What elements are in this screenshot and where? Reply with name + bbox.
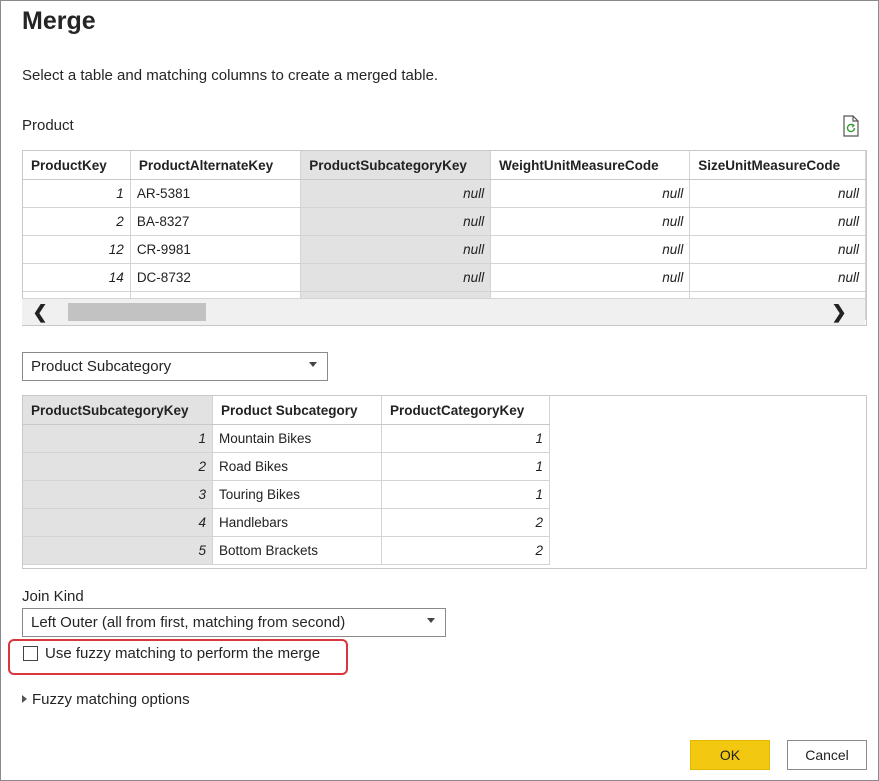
cell-productsubcategorykey: null [300,263,492,292]
table-row: 2 Road Bikes 1 [23,452,550,481]
cell-productsubcategorykey: null [300,179,492,208]
column-header-productsubcategorykey[interactable]: ProductSubcategoryKey [300,151,492,180]
table-row: 14 DC-8732 null null null [23,263,866,292]
table-row: 5 Bottom Brackets 2 [23,536,550,565]
chevron-down-icon [309,362,317,367]
cell-sizeunitmeasurecode: null [689,207,866,236]
column-header-productkey[interactable]: ProductKey [23,151,131,180]
cancel-button[interactable]: Cancel [787,740,867,770]
cell-sizeunitmeasurecode: null [689,235,866,264]
cell-weightunitmeasurecode: null [490,207,691,236]
cell-weightunitmeasurecode: null [490,235,691,264]
cell-productsubcategorykey: 4 [23,508,213,537]
cell-productalternatekey: DC-8732 [130,263,302,292]
table-row: 1 Mountain Bikes 1 [23,424,550,453]
dialog-title: Merge [22,7,96,35]
cell-sizeunitmeasurecode: null [689,179,866,208]
cell-productcategorykey: 2 [381,536,550,565]
cell-productkey: 14 [23,263,131,292]
column-header-productalternatekey[interactable]: ProductAlternateKey [130,151,302,180]
cell-productsubcategorykey: 1 [23,424,213,453]
chevron-down-icon [427,618,435,623]
ok-button[interactable]: OK [690,740,770,770]
cell-productcategorykey: 1 [381,452,550,481]
cell-productsubcategorykey: null [300,207,492,236]
second-table-grid: ProductSubcategoryKey Product Subcategor… [22,395,867,569]
cell-product-subcategory: Bottom Brackets [212,536,382,565]
cell-productsubcategorykey: 5 [23,536,213,565]
cell-productalternatekey: CR-9981 [130,235,302,264]
table-row: 4 Handlebars 2 [23,508,550,537]
cell-productcategorykey: 1 [381,424,550,453]
second-table: ProductSubcategoryKey Product Subcategor… [23,396,550,565]
column-header-product-subcategory[interactable]: Product Subcategory [212,396,382,425]
column-header-productsubcategorykey[interactable]: ProductSubcategoryKey [23,396,213,425]
fuzzy-matching-options-expander[interactable]: Fuzzy matching options [22,691,190,708]
fuzzy-matching-options-label: Fuzzy matching options [32,691,190,708]
cell-productalternatekey: BA-8327 [130,207,302,236]
cell-productcategorykey: 1 [381,480,550,509]
cell-productkey: 12 [23,235,131,264]
cell-productkey: 1 [23,179,131,208]
scrollbar-thumb[interactable] [68,303,206,321]
cell-productsubcategorykey: 3 [23,480,213,509]
cell-weightunitmeasurecode: null [490,179,691,208]
table-row: 3 Touring Bikes 1 [23,480,550,509]
cell-product-subcategory: Touring Bikes [212,480,382,509]
cell-sizeunitmeasurecode: null [689,263,866,292]
dialog-subtitle: Select a table and matching columns to c… [22,67,439,84]
cell-productalternatekey: AR-5381 [130,179,302,208]
refresh-preview-icon[interactable] [841,115,861,137]
cell-productsubcategorykey: null [300,235,492,264]
cell-productcategorykey: 2 [381,508,550,537]
join-kind-selected: Left Outer (all from first, matching fro… [31,614,346,631]
cell-productsubcategorykey: 2 [23,452,213,481]
scroll-right-icon[interactable]: ❯ [827,301,851,323]
table-row: 12 CR-9981 null null null [23,235,866,264]
join-kind-dropdown[interactable]: Left Outer (all from first, matching fro… [22,608,446,637]
column-header-weightunitmeasurecode[interactable]: WeightUnitMeasureCode [490,151,691,180]
cell-product-subcategory: Road Bikes [212,452,382,481]
second-table-selected: Product Subcategory [31,358,172,375]
column-header-sizeunitmeasurecode[interactable]: SizeUnitMeasureCode [689,151,866,180]
table-row: 1 AR-5381 null null null [23,179,866,208]
second-table-dropdown[interactable]: Product Subcategory [22,352,328,381]
first-table: ProductKey ProductAlternateKey ProductSu… [23,151,866,320]
merge-dialog: Merge Select a table and matching column… [0,0,879,781]
cell-weightunitmeasurecode: null [490,263,691,292]
horizontal-scrollbar[interactable]: ❮ ❯ [22,298,865,325]
cell-product-subcategory: Handlebars [212,508,382,537]
column-header-productcategorykey[interactable]: ProductCategoryKey [381,396,550,425]
first-table-label: Product [22,117,74,134]
table-row: 2 BA-8327 null null null [23,207,866,236]
cell-product-subcategory: Mountain Bikes [212,424,382,453]
join-kind-label: Join Kind [22,588,84,605]
scroll-left-icon[interactable]: ❮ [28,301,52,323]
fuzzy-matching-label[interactable]: Use fuzzy matching to perform the merge [45,645,320,662]
chevron-right-icon [22,695,27,704]
cell-productkey: 2 [23,207,131,236]
fuzzy-matching-checkbox[interactable] [23,646,38,661]
